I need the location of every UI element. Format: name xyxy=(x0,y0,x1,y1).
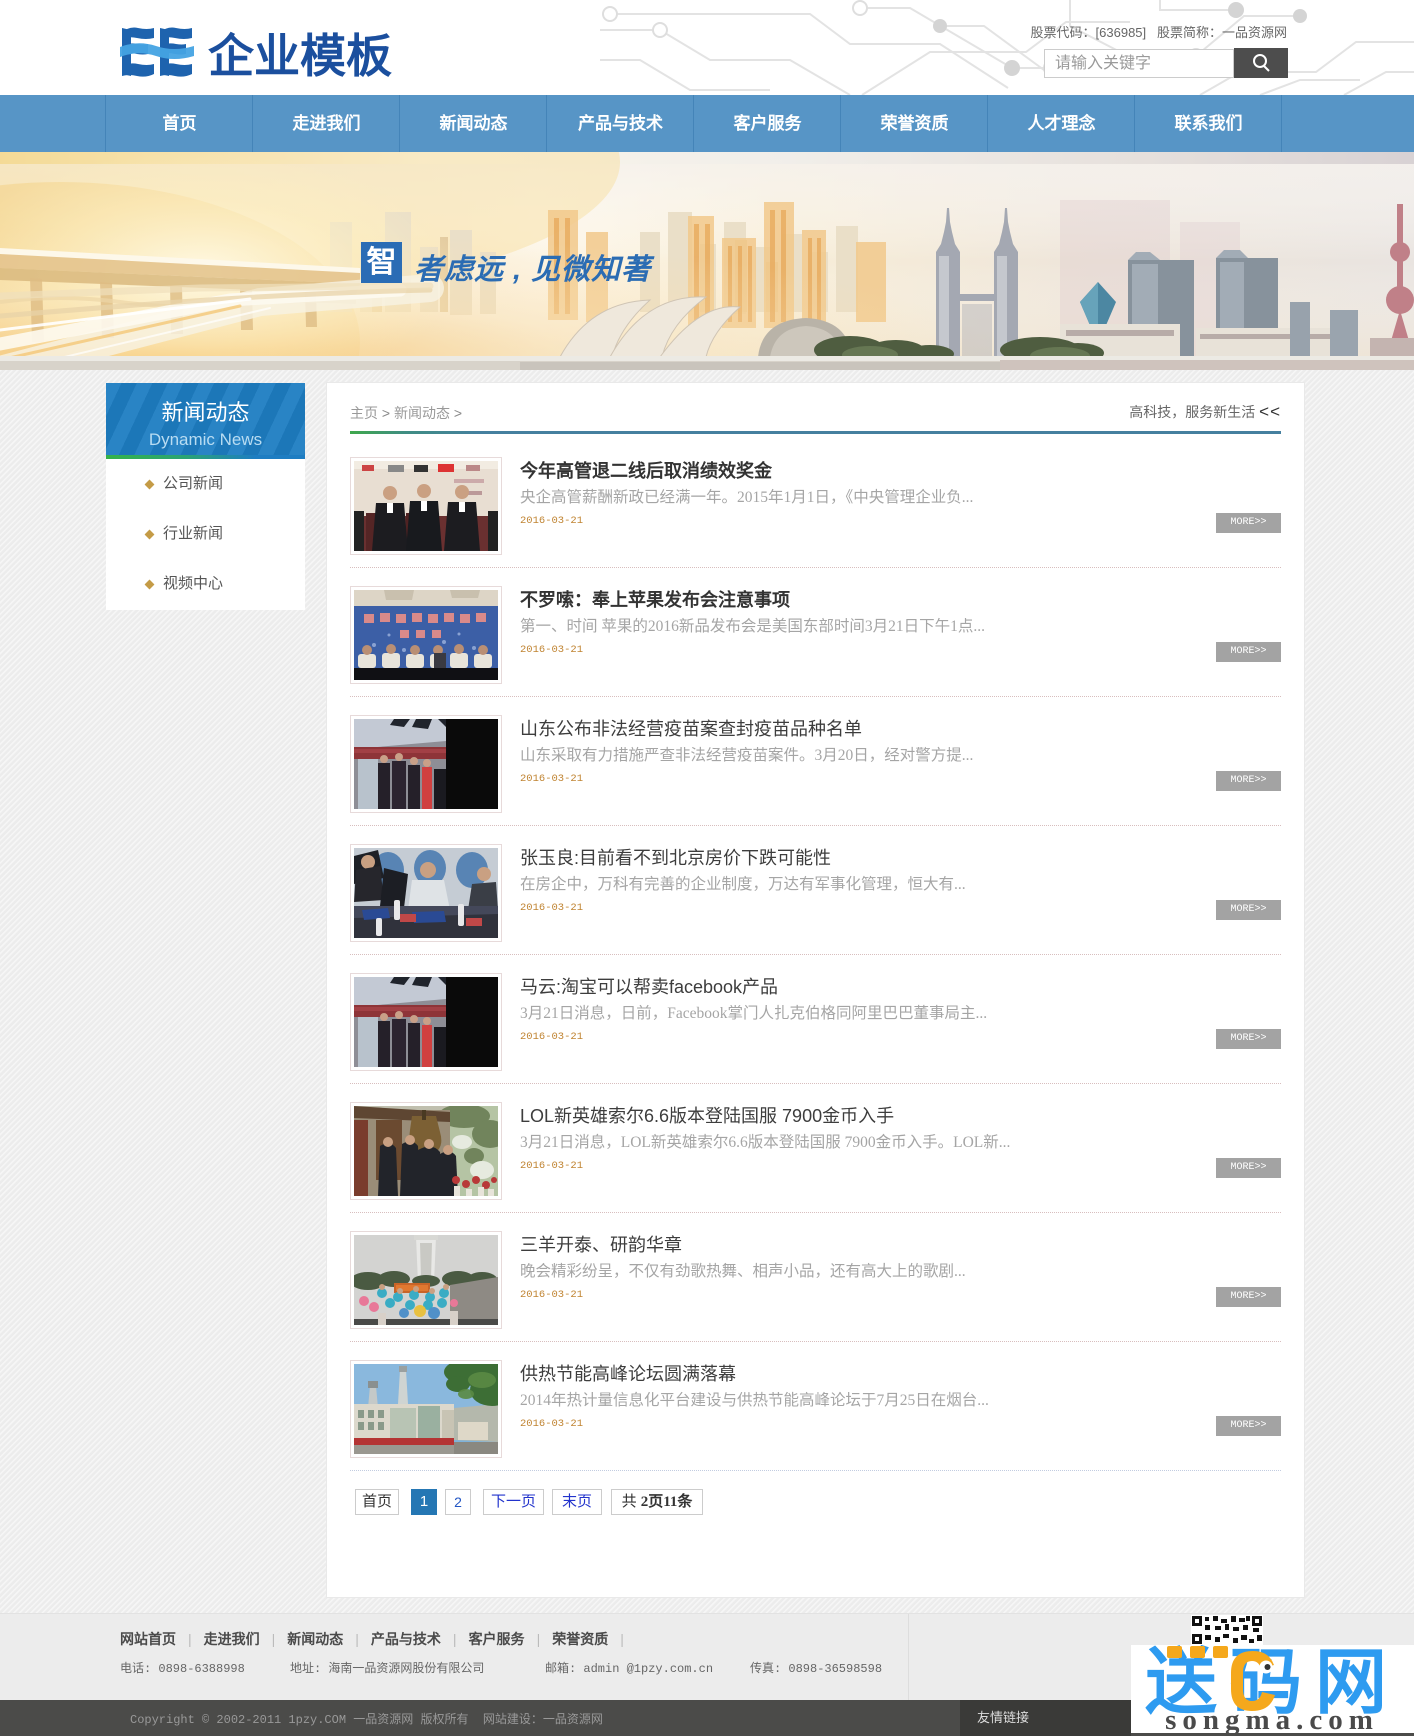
svg-text:企业模板: 企业模板 xyxy=(208,30,392,80)
svg-text:songma.com: songma.com xyxy=(1165,1704,1379,1733)
